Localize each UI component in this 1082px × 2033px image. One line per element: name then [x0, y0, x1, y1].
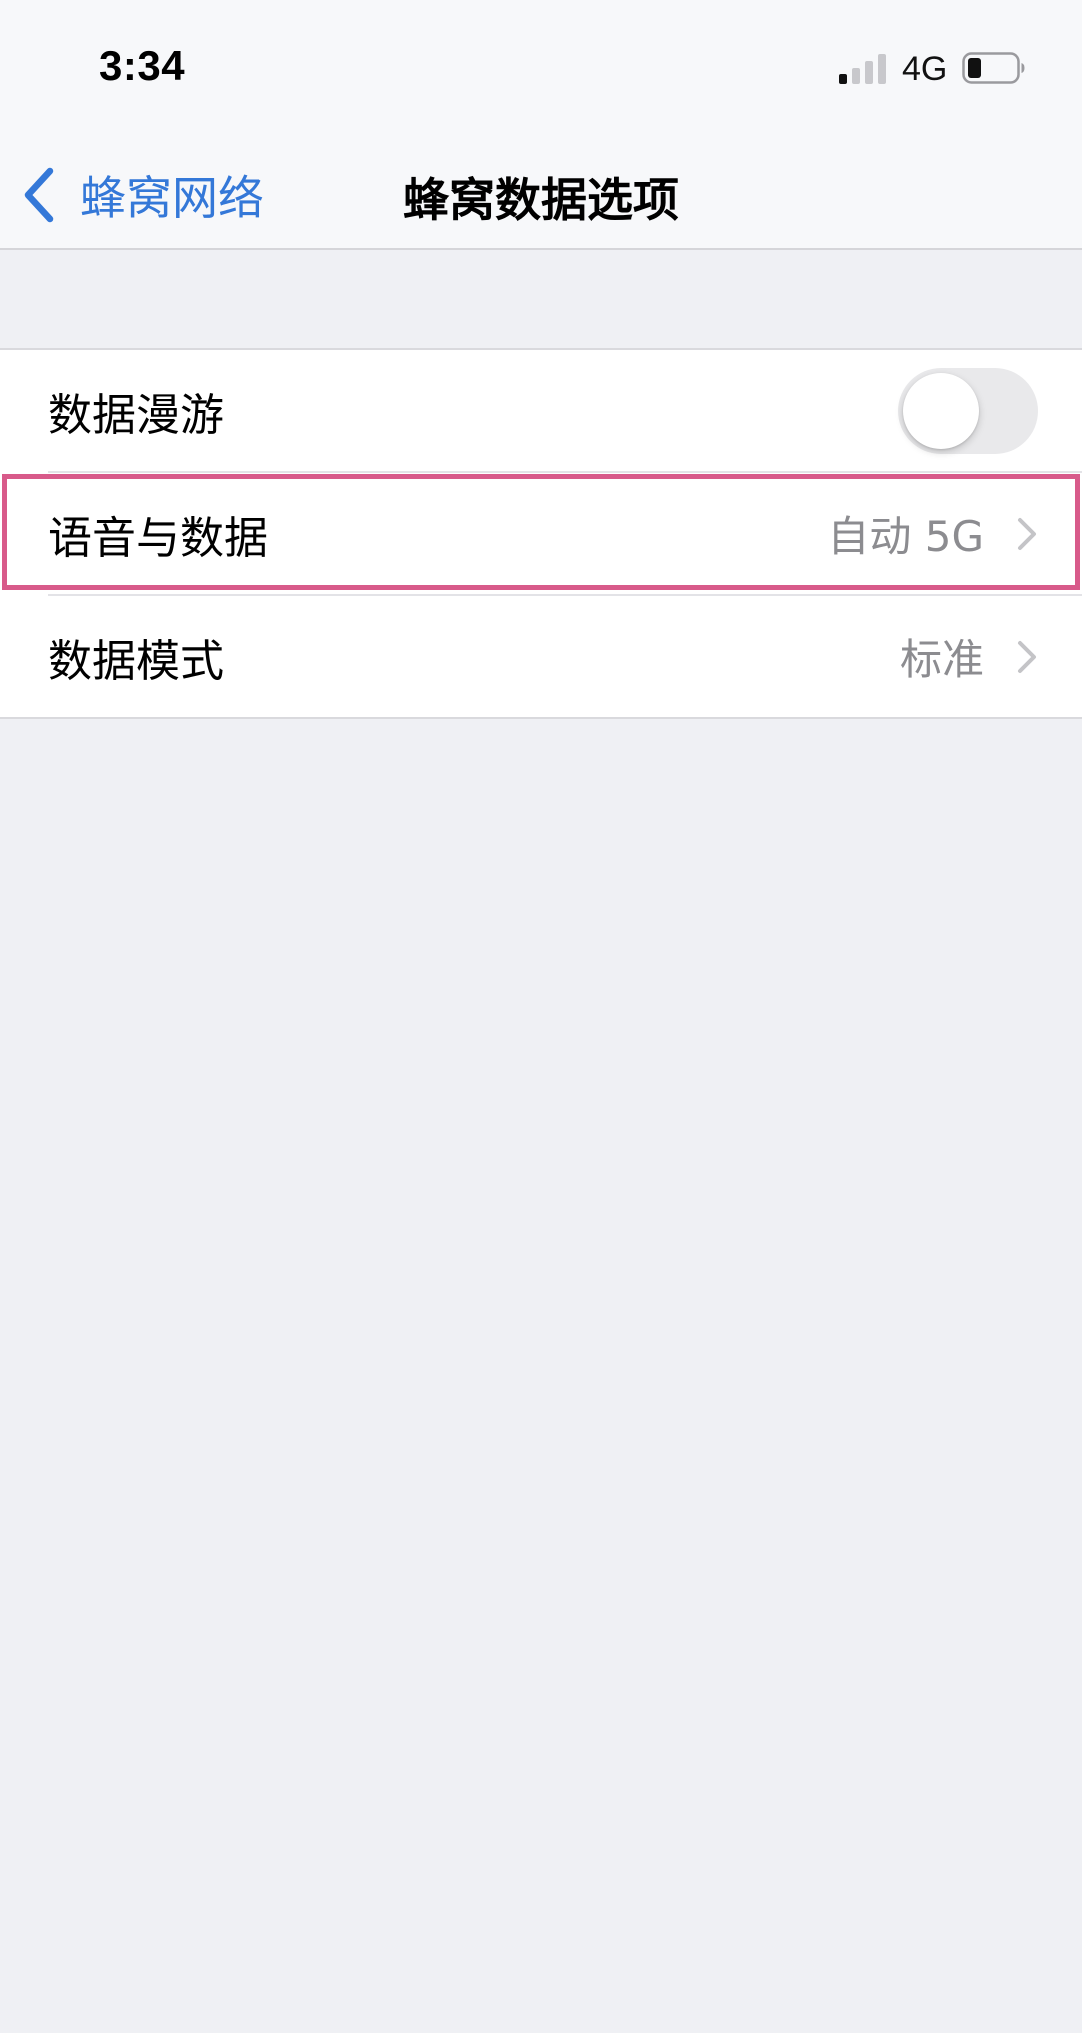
- status-bar: 3:34 4G: [0, 0, 1082, 140]
- data-roaming-label: 数据漫游: [48, 389, 224, 441]
- data-roaming-toggle[interactable]: [898, 367, 1038, 454]
- chevron-right-icon: [1018, 517, 1036, 550]
- chevron-right-icon: [1018, 640, 1036, 673]
- data-mode-value: 标准: [899, 635, 984, 684]
- settings-row-data-roaming: 数据漫游: [0, 350, 1082, 471]
- settings-row-voice-and-data[interactable]: 语音与数据 自动 5G: [0, 473, 1082, 594]
- settings-row-data-mode[interactable]: 数据模式 标准: [0, 596, 1082, 717]
- page-title: 蜂窝数据选项: [403, 173, 679, 227]
- voice-and-data-label: 语音与数据: [48, 512, 268, 564]
- toggle-knob: [903, 372, 979, 449]
- network-type-label: 4G: [902, 50, 948, 88]
- settings-group: 数据漫游 语音与数据 自动 5G 数据模式 标准: [0, 348, 1082, 719]
- data-mode-label: 数据模式: [48, 635, 224, 687]
- battery-icon: [962, 52, 1025, 84]
- voice-and-data-value: 自动 5G: [827, 512, 984, 561]
- cellular-signal-icon: [839, 54, 887, 84]
- status-time: 3:34: [99, 42, 186, 89]
- navigation-bar: 蜂窝网络 蜂窝数据选项: [0, 140, 1082, 250]
